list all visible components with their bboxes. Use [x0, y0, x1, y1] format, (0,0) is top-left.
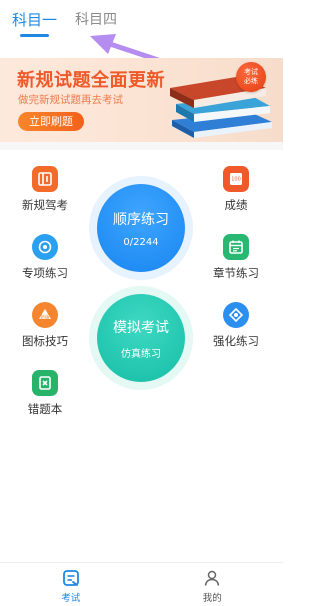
- score-label: 成绩: [224, 198, 248, 212]
- badge-line-1: 考试: [244, 68, 258, 76]
- start-practice-button[interactable]: 立即刷题: [18, 112, 84, 131]
- chapter-practice-button[interactable]: 章节练习: [206, 234, 266, 281]
- nav-exam-label: 考试: [61, 593, 81, 604]
- score-button[interactable]: 100 成绩: [206, 166, 266, 213]
- special-practice-button[interactable]: 专项练习: [15, 234, 75, 281]
- new-rules-button[interactable]: 新规驾考: [15, 166, 75, 213]
- strengthen-practice-button[interactable]: 强化练习: [206, 302, 266, 349]
- sequential-practice-progress: 0/2244: [123, 236, 159, 248]
- wrong-book-button[interactable]: 错题本: [15, 370, 75, 417]
- promo-banner[interactable]: 新规试题全面更新 做完新规试题再去考试 立即刷题 考试 必练: [0, 58, 283, 142]
- wrong-book-label: 错题本: [27, 402, 63, 416]
- tab-subject-four[interactable]: 科目四: [75, 9, 117, 29]
- sign-tips-icon: 新版: [32, 302, 58, 328]
- badge-line-2: 必练: [244, 77, 258, 85]
- icon-tips-badge: 新版: [41, 314, 50, 321]
- mock-exam-subtitle: 仿真练习: [121, 348, 161, 360]
- mock-exam-ring: 模拟考试 仿真练习: [89, 286, 193, 390]
- icon-tips-button[interactable]: 新版 图标技巧: [15, 302, 75, 349]
- strengthen-practice-label: 强化练习: [213, 334, 259, 348]
- bottom-nav: 考试 我的: [0, 562, 283, 606]
- exam-must-practice-badge: 考试 必练: [236, 62, 266, 92]
- icon-tips-label: 图标技巧: [22, 334, 68, 348]
- nav-mine[interactable]: 我的: [142, 563, 284, 606]
- chapter-practice-label: 章节练习: [213, 266, 259, 280]
- book-icon: [32, 166, 58, 192]
- svg-text:100: 100: [231, 177, 241, 183]
- mock-exam-title: 模拟考试: [113, 319, 169, 336]
- section-divider: [0, 142, 283, 150]
- wrong-book-icon: [32, 370, 58, 396]
- calendar-icon: [223, 234, 249, 260]
- banner-subtitle: 做完新规试题再去考试: [18, 94, 123, 106]
- new-rules-label: 新规驾考: [22, 198, 68, 212]
- sequential-practice-ring: 顺序练习 0/2244: [89, 176, 193, 280]
- diamond-icon: [223, 302, 249, 328]
- banner-title: 新规试题全面更新: [17, 70, 165, 91]
- exam-icon: [62, 570, 79, 586]
- tab-subject-one[interactable]: 科目一: [12, 9, 57, 37]
- score-icon: 100: [223, 166, 249, 192]
- nav-mine-label: 我的: [202, 593, 222, 604]
- mock-exam-button[interactable]: 模拟考试 仿真练习: [97, 294, 185, 382]
- user-icon: [205, 570, 220, 586]
- target-icon: [32, 234, 58, 260]
- nav-exam[interactable]: 考试: [0, 563, 142, 606]
- sequential-practice-button[interactable]: 顺序练习 0/2244: [97, 184, 185, 272]
- special-practice-label: 专项练习: [22, 266, 68, 280]
- sequential-practice-title: 顺序练习: [113, 211, 169, 228]
